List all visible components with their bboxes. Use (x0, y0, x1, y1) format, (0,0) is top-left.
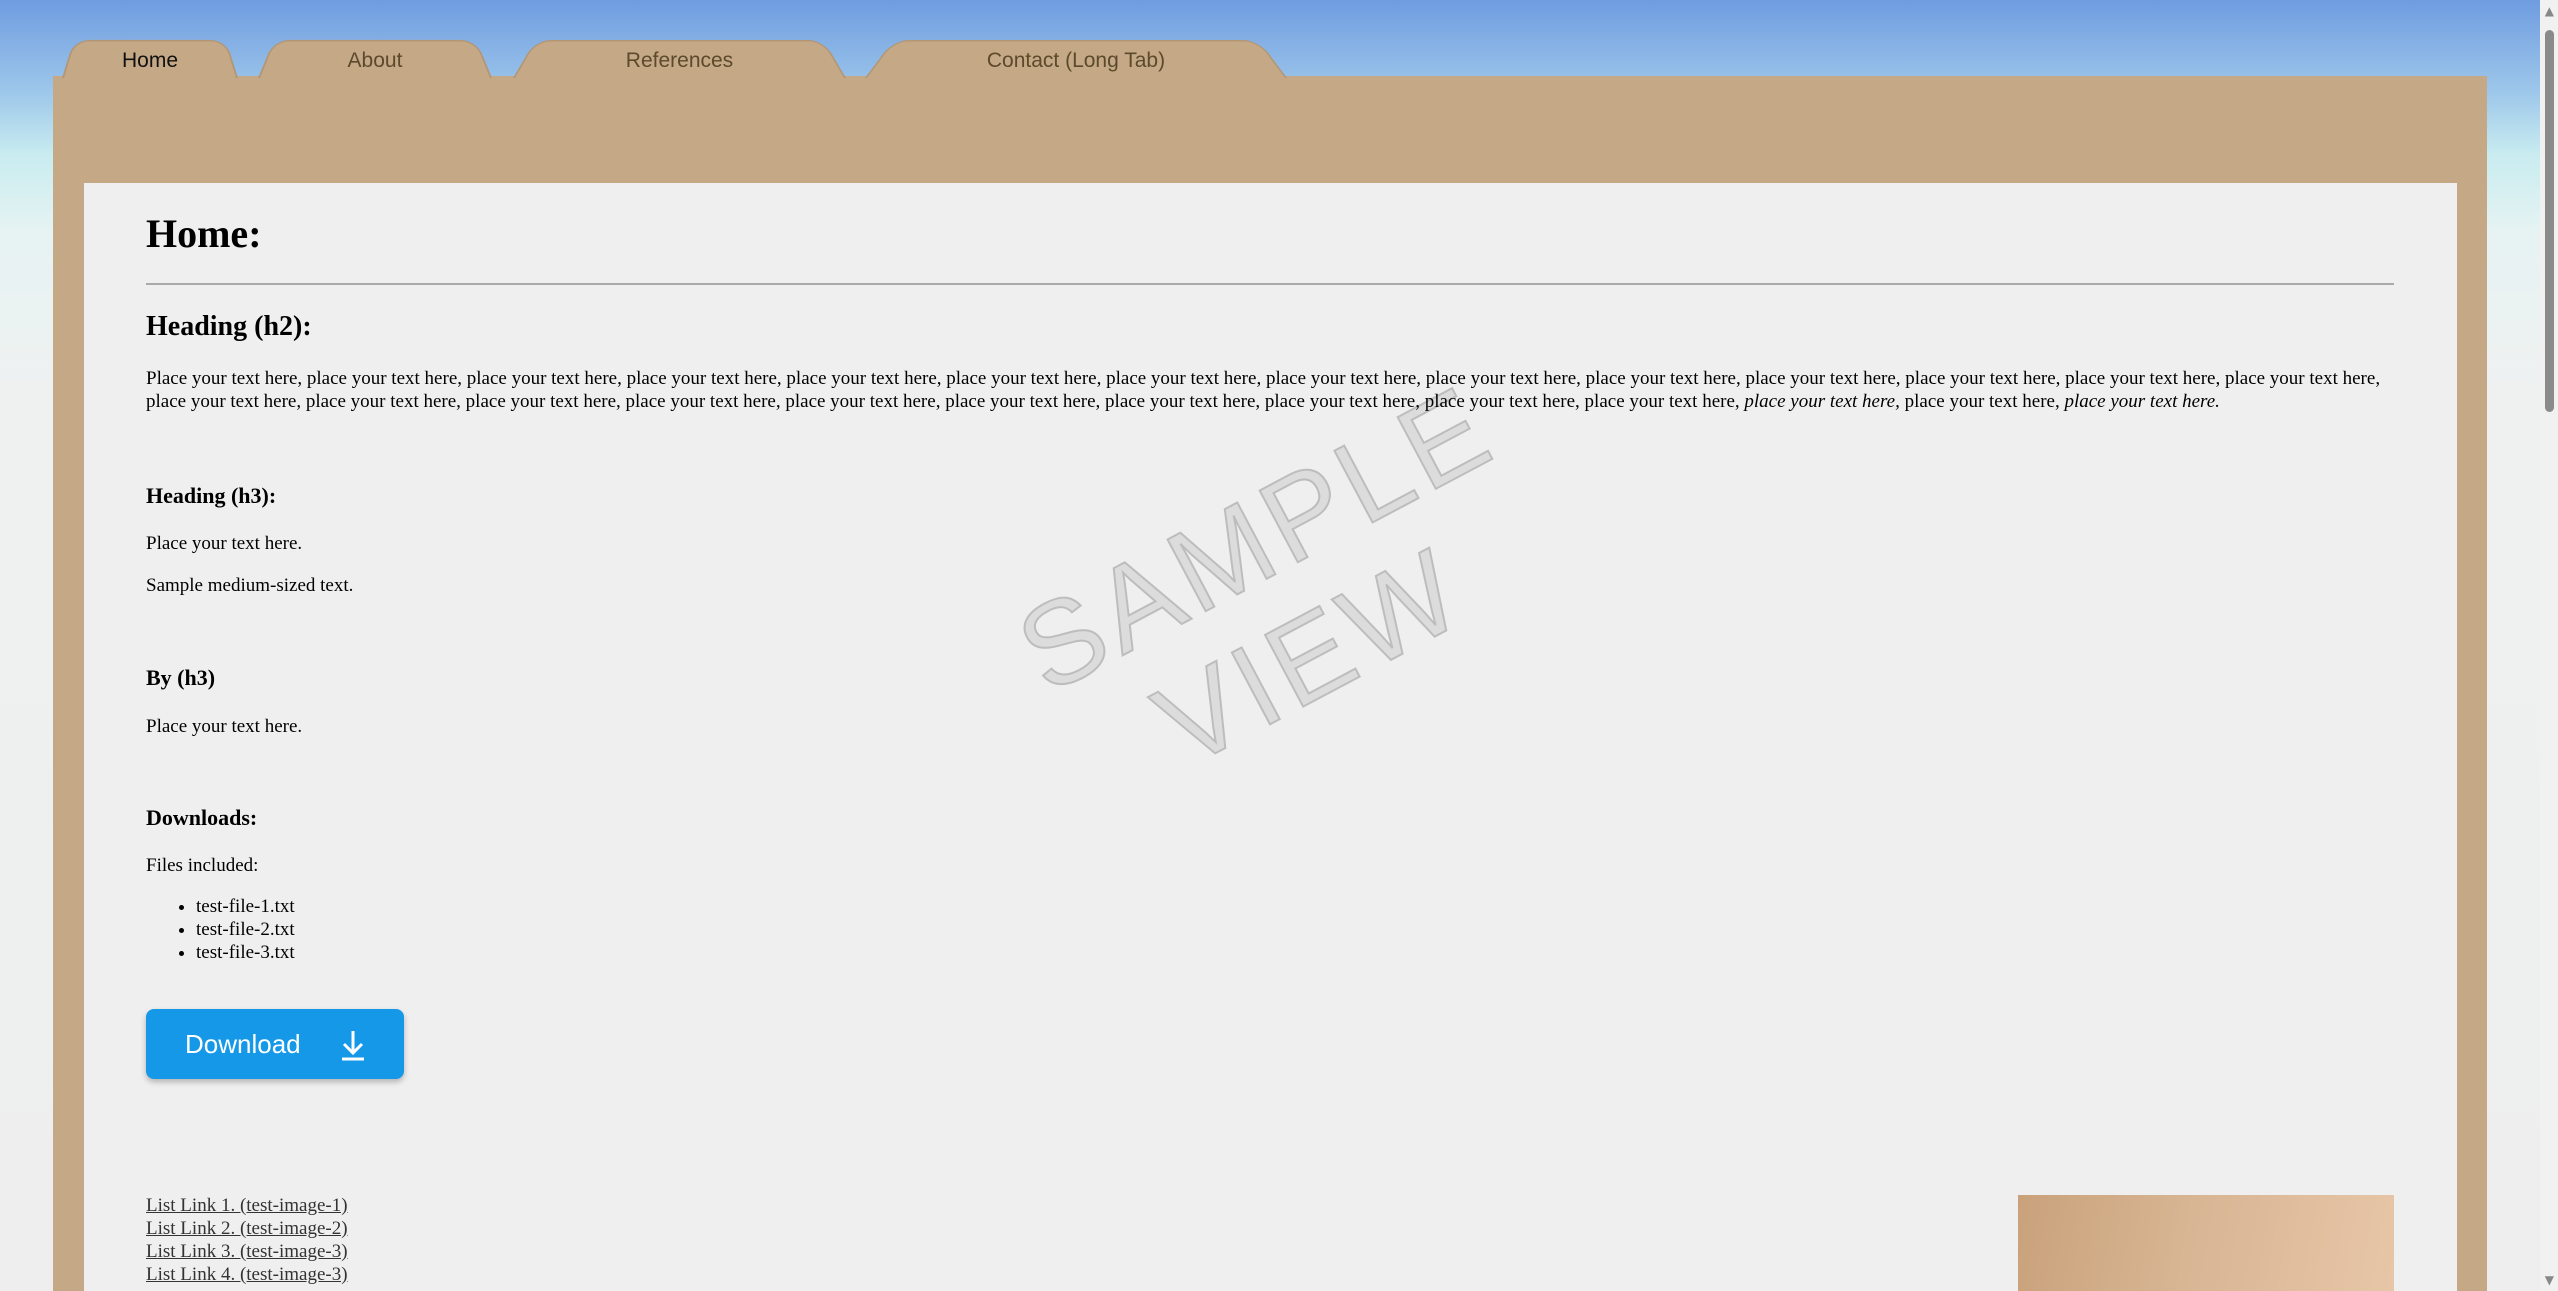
list-link-4[interactable]: List Link 4. (test-image-3) (146, 1263, 348, 1286)
paragraph-italic-1: place your text here, (1744, 391, 1900, 412)
heading-h2: Heading (h2): (146, 311, 312, 342)
tab-contact-label: Contact (Long Tab) (986, 49, 1166, 72)
file-list-item: test-file-2.txt (196, 918, 295, 941)
files-included-label: Files included: (146, 855, 259, 876)
main-paragraph: Place your text here, place your text he… (146, 367, 2394, 413)
by-text: Place your text here. (146, 716, 303, 737)
vertical-scrollbar[interactable]: ▲ ▼ (2540, 0, 2558, 1291)
paragraph-italic-2: place your text here. (2064, 391, 2220, 412)
download-arrow-icon (342, 1031, 364, 1061)
scroll-down-arrow-icon[interactable]: ▼ (2545, 1273, 2554, 1287)
preview-image-thumbnail[interactable] (2018, 1195, 2394, 1291)
file-list-item: test-file-1.txt (196, 895, 295, 918)
h3-text: Place your text here. (146, 533, 303, 554)
list-link-3[interactable]: List Link 3. (test-image-3) (146, 1240, 348, 1263)
link-list: List Link 1. (test-image-1) List Link 2.… (146, 1194, 348, 1286)
tab-references-label: References (625, 49, 734, 72)
tab-about-label: About (347, 49, 403, 72)
scrollbar-thumb[interactable] (2545, 30, 2554, 412)
paragraph-mid: place your text here, (1904, 391, 2060, 412)
sample-medium-text: Sample medium-sized text. (146, 575, 354, 596)
list-link-1[interactable]: List Link 1. (test-image-1) (146, 1194, 348, 1217)
downloads-heading: Downloads: (146, 805, 258, 830)
tab-home-label: Home (121, 49, 179, 72)
file-list: test-file-1.txt test-file-2.txt test-fil… (146, 895, 295, 964)
title-divider (146, 283, 2394, 285)
heading-h3: Heading (h3): (146, 483, 277, 508)
by-heading: By (h3) (146, 665, 216, 690)
download-button[interactable]: Download (146, 1009, 404, 1079)
file-list-item: test-file-3.txt (196, 941, 295, 964)
list-link-2[interactable]: List Link 2. (test-image-2) (146, 1217, 348, 1240)
page-title: Home: (146, 211, 262, 256)
download-button-label: Download (185, 1029, 301, 1059)
scroll-up-arrow-icon[interactable]: ▲ (2545, 4, 2554, 18)
